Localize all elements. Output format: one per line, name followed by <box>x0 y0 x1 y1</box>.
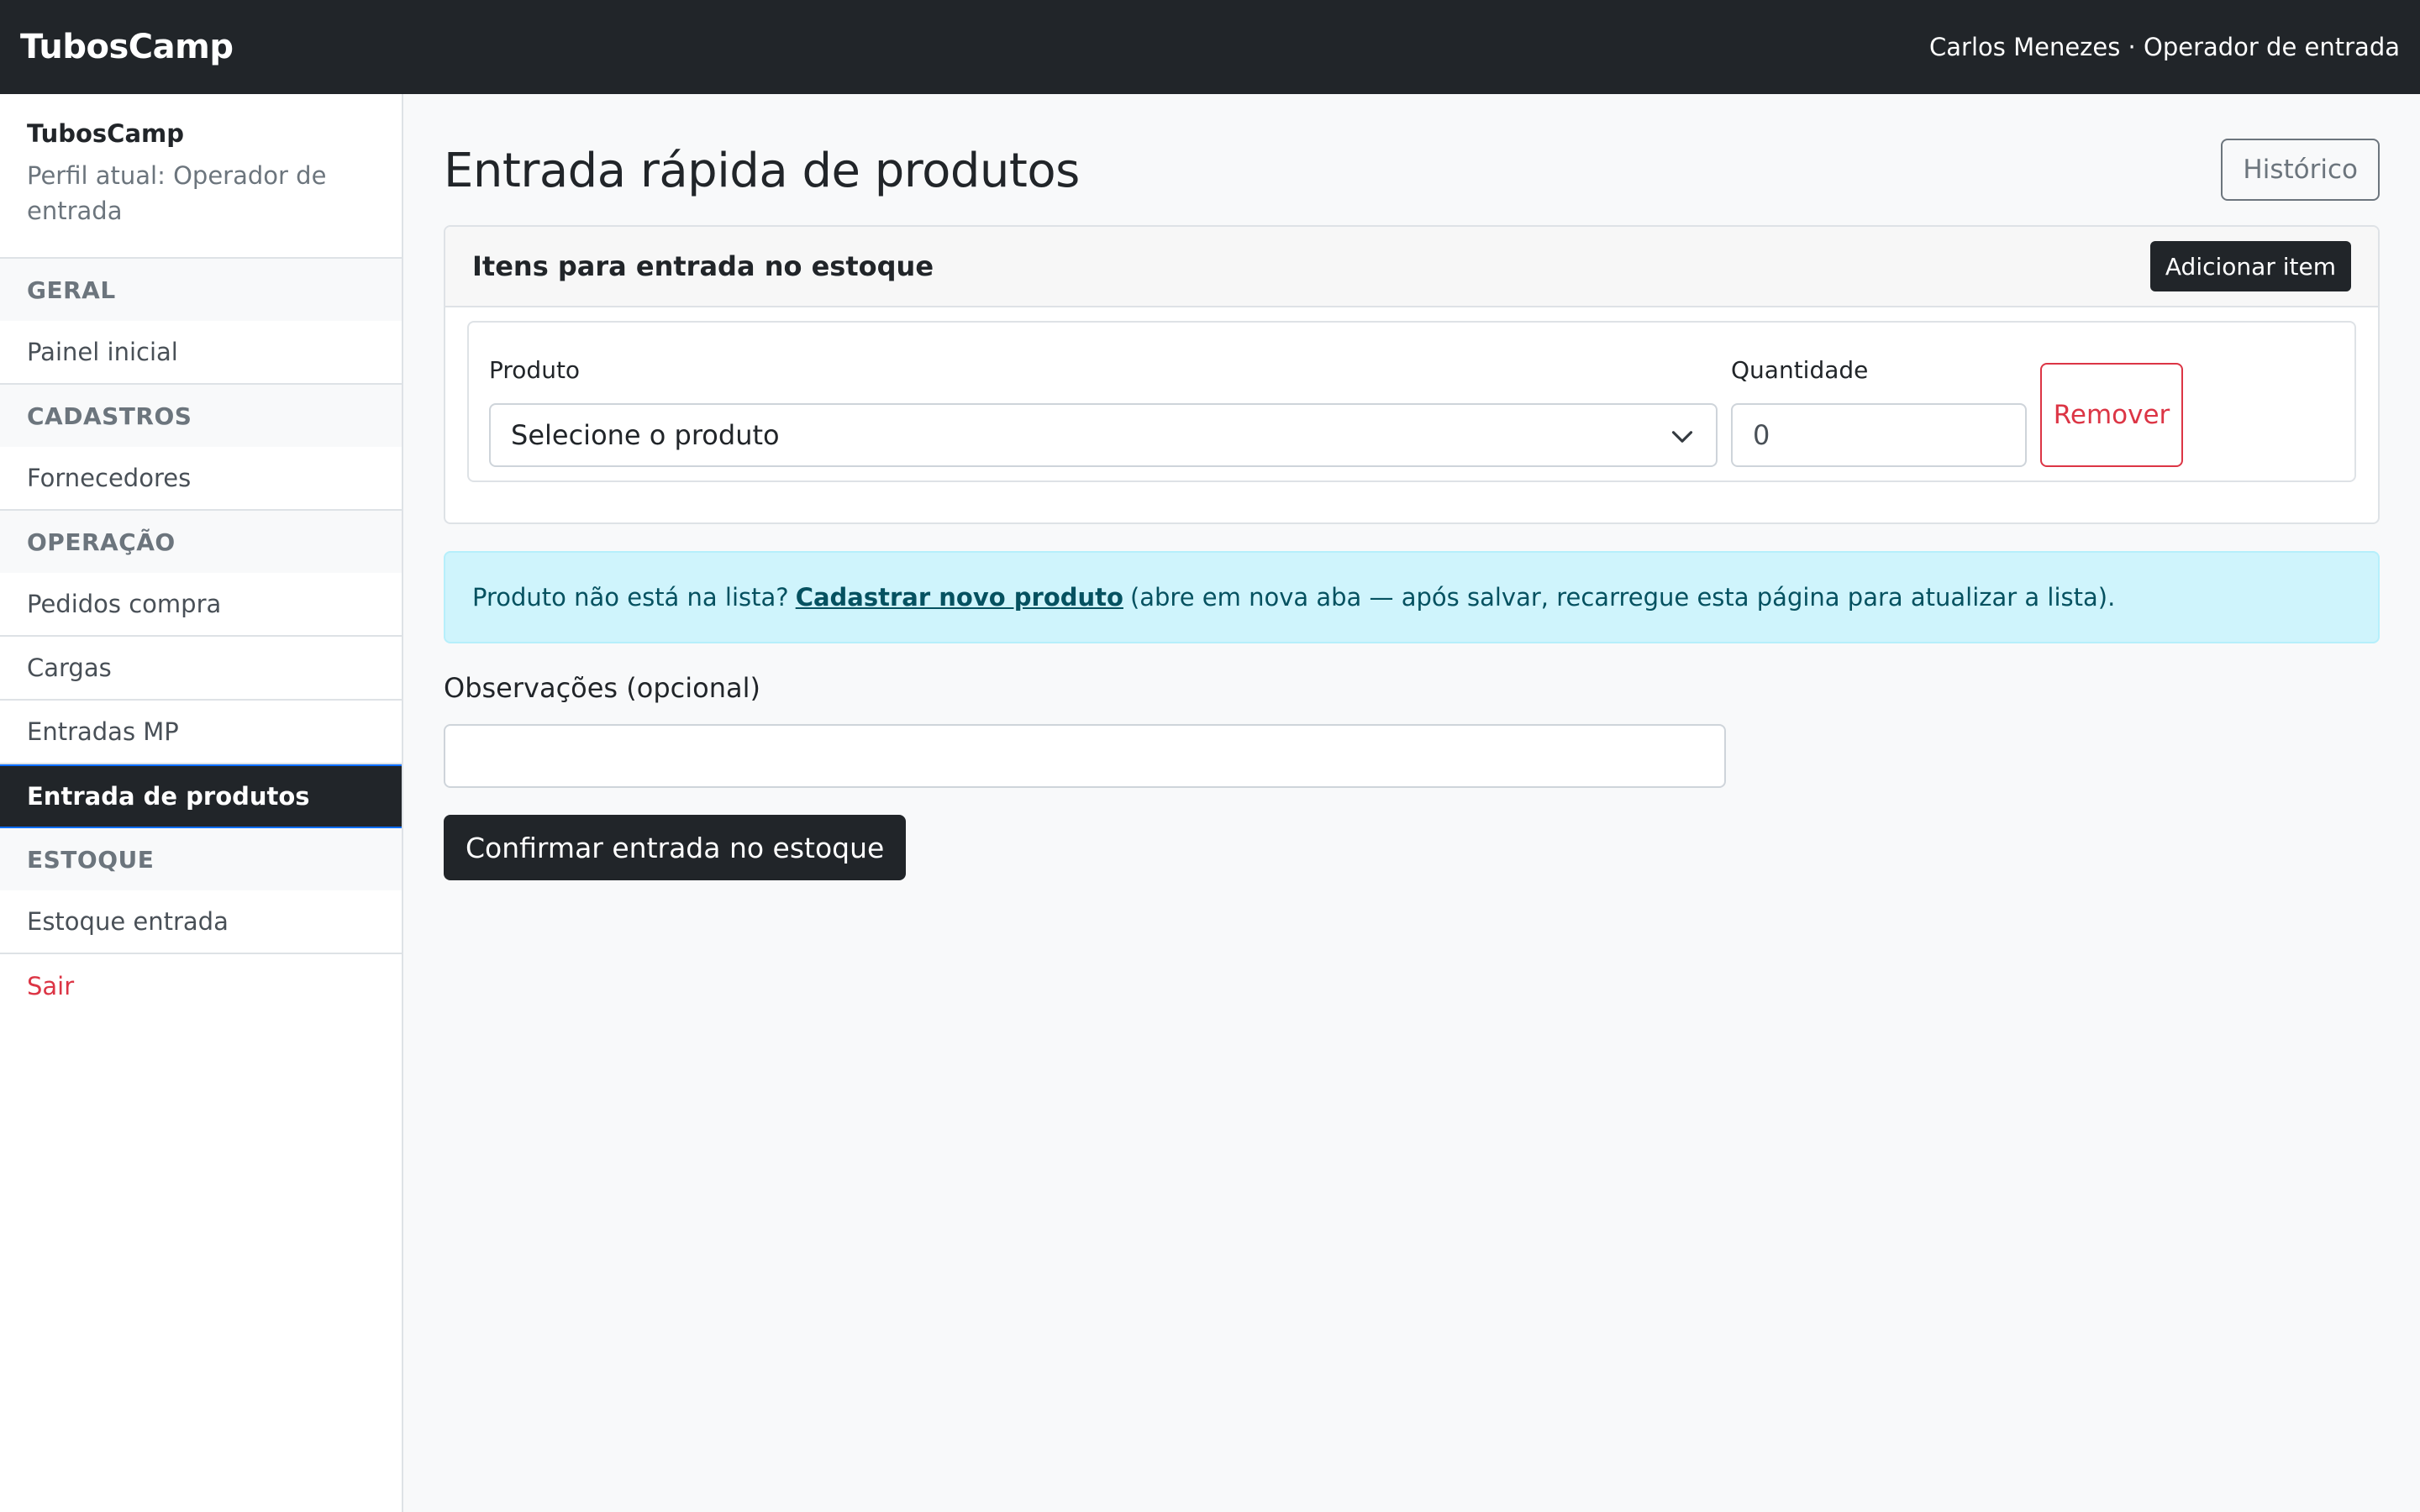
product-label: Produto <box>489 356 581 384</box>
sidebar-item-estoque-entrada[interactable]: Estoque entrada <box>0 890 402 954</box>
items-card-header: Itens para entrada no estoque Adicionar … <box>445 227 2378 307</box>
user-info: Carlos Menezes · Operador de entrada <box>1929 33 2400 61</box>
sidebar-item-pedidos-compra[interactable]: Pedidos compra <box>0 573 402 637</box>
brand-logo[interactable]: TubosCamp <box>20 28 234 66</box>
page-title: Entrada rápida de produtos <box>444 143 1080 198</box>
notes-input[interactable] <box>444 724 1726 788</box>
sidebar-section-geral: GERAL <box>0 259 402 321</box>
notes-label: Observações (opcional) <box>444 672 760 704</box>
sidebar-item-entradas-mp[interactable]: Entradas MP <box>0 701 402 764</box>
sidebar-item-cargas[interactable]: Cargas <box>0 637 402 701</box>
item-row: Produto Selecione o produto Quantidade R… <box>467 321 2356 482</box>
sidebar-section-cadastros: CADASTROS <box>0 385 402 447</box>
sidebar-item-entrada-de-produtos[interactable]: Entrada de produtos <box>0 764 402 828</box>
page-header: Entrada rápida de produtos Histórico <box>444 133 2380 208</box>
sidebar-item-fornecedores[interactable]: Fornecedores <box>0 447 402 511</box>
sidebar-header: TubosCamp Perfil atual: Operador de entr… <box>0 94 402 259</box>
sidebar-item-painel-inicial[interactable]: Painel inicial <box>0 321 402 385</box>
alert-suffix: (abre em nova aba — após salvar, recarre… <box>1129 583 2116 612</box>
items-card-title: Itens para entrada no estoque <box>472 250 934 282</box>
sidebar: TubosCamp Perfil atual: Operador de entr… <box>0 94 403 1512</box>
remove-item-button[interactable]: Remover <box>2040 363 2183 467</box>
sidebar-profile: Perfil atual: Operador de entrada <box>27 161 327 225</box>
items-card: Itens para entrada no estoque Adicionar … <box>444 225 2380 524</box>
history-button[interactable]: Histórico <box>2221 139 2380 201</box>
product-select[interactable]: Selecione o produto <box>489 403 1718 467</box>
info-alert: Produto não está na lista? Cadastrar nov… <box>444 551 2380 643</box>
add-item-button[interactable]: Adicionar item <box>2149 241 2351 291</box>
alert-prefix: Produto não está na lista? <box>472 583 789 612</box>
quantity-label: Quantidade <box>1731 356 1869 384</box>
logout-link[interactable]: Sair <box>0 954 402 1018</box>
product-select-value: Selecione o produto <box>511 419 780 451</box>
register-product-link[interactable]: Cadastrar novo produto <box>796 583 1123 612</box>
chevron-down-icon <box>1671 431 1693 443</box>
confirm-entry-button[interactable]: Confirmar entrada no estoque <box>444 815 907 880</box>
sidebar-section-estoque: ESTOQUE <box>0 828 402 890</box>
sidebar-app-name: TubosCamp <box>27 119 185 148</box>
sidebar-section-operacao: OPERAÇÃO <box>0 511 402 573</box>
top-navbar: TubosCamp Carlos Menezes · Operador de e… <box>0 0 2420 94</box>
quantity-input[interactable] <box>1731 403 2027 467</box>
